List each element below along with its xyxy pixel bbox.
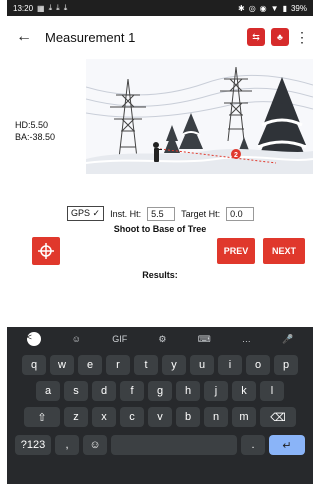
page-title: Measurement 1 [45, 29, 136, 45]
app-bar: ← Measurement 1 ⇆ ♣ ⋮ [7, 16, 313, 58]
prev-button[interactable]: PREV [217, 238, 255, 264]
target-height-label: Target Ht: [181, 208, 221, 219]
key-f[interactable]: f [120, 381, 144, 401]
keyboard-layout-icon[interactable]: ⌨ [198, 334, 211, 345]
target-height-field[interactable]: 0.0 [226, 206, 255, 221]
key-t[interactable]: t [134, 355, 158, 375]
main-content: HD:5.50 BA:-38.50 2 GPS ✓ Inst. Ht: 5.5 … [7, 58, 313, 294]
key-y[interactable]: y [162, 355, 186, 375]
distance-readout: HD:5.50 BA:-38.50 [15, 119, 55, 143]
key-n[interactable]: n [204, 407, 228, 427]
shift-key-icon[interactable]: ⇧ [24, 407, 60, 427]
bluetooth-icon: ✱ [237, 3, 245, 13]
wifi-icon: ▼ [270, 3, 279, 13]
gif-button[interactable]: GIF [112, 334, 127, 344]
key-o[interactable]: o [246, 355, 270, 375]
settings-icon[interactable]: ⚙ [158, 334, 166, 345]
inst-height-label: Inst. Ht: [110, 208, 142, 219]
location-icon: ◎ [248, 3, 256, 13]
vpn-icon: ◉ [259, 3, 267, 13]
keyboard-toolbar: < ☺ GIF ⚙ ⌨ … 🎤 [7, 327, 313, 351]
comma-key[interactable]: , [55, 435, 79, 455]
key-d[interactable]: d [92, 381, 116, 401]
key-a[interactable]: a [36, 381, 60, 401]
battery-level: 39% [290, 3, 307, 13]
download-icon: ⤓ [63, 3, 68, 12]
keyboard-back-icon[interactable]: < [26, 332, 41, 346]
key-g[interactable]: g [148, 381, 172, 401]
enter-key-icon[interactable]: ↵ [269, 435, 305, 455]
emoji-icon[interactable]: ☺ [72, 334, 81, 344]
key-c[interactable]: c [120, 407, 144, 427]
key-v[interactable]: v [148, 407, 172, 427]
key-i[interactable]: i [218, 355, 242, 375]
next-button[interactable]: NEXT [263, 238, 305, 264]
onscreen-keyboard: < ☺ GIF ⚙ ⌨ … 🎤 q w e r t y u i o p a s … [7, 327, 313, 484]
key-p[interactable]: p [274, 355, 298, 375]
keyboard-row-1: q w e r t y u i o p [7, 355, 313, 375]
instruction-text: Shoot to Base of Tree [113, 224, 207, 234]
download-icon: ⤓ [48, 3, 53, 12]
status-bar: 13:20 ▦ ⤓ ⤓ ⤓ ✱ ◎ ◉ ▼ ▮ 39% [7, 0, 313, 16]
keyboard-row-4: ?123 , ☺ . ↵ [7, 435, 313, 455]
inst-height-field[interactable]: 5.5 [147, 206, 176, 221]
tree-icon[interactable]: ♣ [271, 28, 289, 46]
more-icon[interactable]: … [242, 334, 251, 344]
period-key[interactable]: . [241, 435, 265, 455]
height-controls: GPS ✓ Inst. Ht: 5.5 Target Ht: 0.0 [67, 206, 255, 221]
keyboard-row-2: a s d f g h j k l [7, 381, 313, 401]
download-icon: ⤓ [56, 3, 60, 12]
key-q[interactable]: q [22, 355, 46, 375]
key-z[interactable]: z [64, 407, 88, 427]
space-bar[interactable] [111, 435, 237, 455]
target-button[interactable] [32, 237, 60, 265]
app-screen: 13:20 ▦ ⤓ ⤓ ⤓ ✱ ◎ ◉ ▼ ▮ 39% ← Measuremen… [7, 0, 313, 484]
battery-icon: ▮ [282, 3, 287, 13]
key-b[interactable]: b [176, 407, 200, 427]
measurement-marker: 2 [234, 152, 238, 159]
mic-icon[interactable]: 🎤 [282, 334, 293, 345]
ba-value: BA:-38.50 [15, 132, 56, 142]
key-r[interactable]: r [106, 355, 130, 375]
results-label: Results: [142, 270, 178, 280]
clock: 13:20 [13, 3, 34, 13]
key-h[interactable]: h [176, 381, 200, 401]
key-s[interactable]: s [64, 381, 88, 401]
key-w[interactable]: w [50, 355, 74, 375]
backspace-icon[interactable]: ⌫ [260, 407, 296, 427]
key-j[interactable]: j [204, 381, 228, 401]
key-u[interactable]: u [190, 355, 214, 375]
export-icon[interactable]: ⇆ [247, 28, 265, 46]
symbols-key[interactable]: ?123 [15, 435, 51, 455]
app-icon: ▦ [37, 3, 45, 13]
key-l[interactable]: l [260, 381, 284, 401]
scene-illustration: 2 [86, 59, 313, 174]
key-k[interactable]: k [232, 381, 256, 401]
crosshair-icon [38, 243, 54, 259]
emoji-key-icon[interactable]: ☺ [83, 435, 107, 455]
hd-value: HD:5.50 [15, 120, 49, 130]
gps-checkbox[interactable]: GPS ✓ [67, 206, 105, 221]
keyboard-row-3: ⇧ z x c v b n m ⌫ [7, 407, 313, 427]
key-e[interactable]: e [78, 355, 102, 375]
more-menu-icon[interactable]: ⋮ [295, 29, 309, 46]
back-arrow-icon[interactable]: ← [13, 28, 35, 46]
key-x[interactable]: x [92, 407, 116, 427]
key-m[interactable]: m [232, 407, 256, 427]
